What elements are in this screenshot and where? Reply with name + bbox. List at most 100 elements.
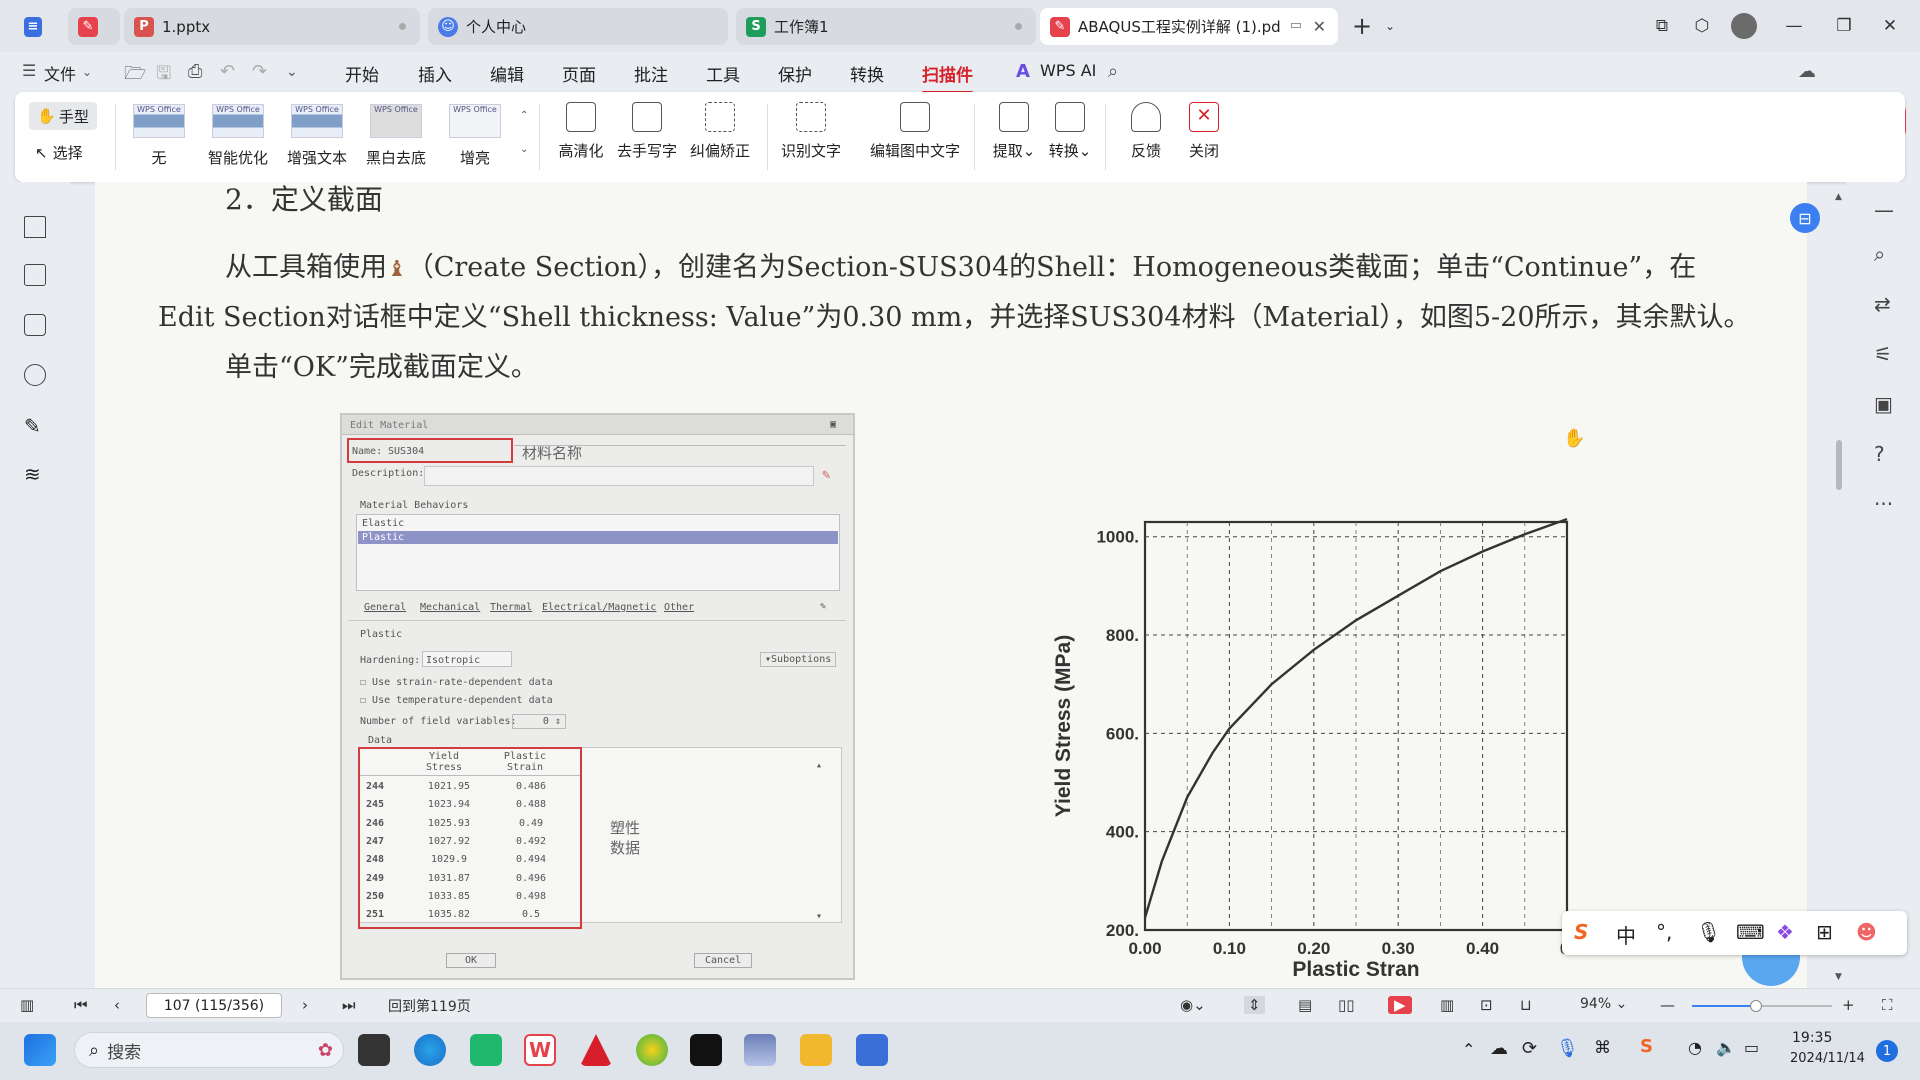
fullscreen-icon[interactable]: ⛶ bbox=[1882, 996, 1893, 1014]
skin-icon[interactable]: ❖ bbox=[1776, 920, 1794, 944]
fit-width-icon[interactable]: ⊔ bbox=[1520, 996, 1532, 1014]
sogou-logo-icon[interactable]: S bbox=[1574, 920, 1588, 944]
app-icon[interactable] bbox=[744, 1034, 776, 1066]
filter-scroll-up-icon[interactable]: ⌃ bbox=[520, 110, 528, 121]
wps-home-tab[interactable]: ≡ bbox=[14, 8, 60, 45]
translate-icon[interactable]: ⇄ bbox=[1874, 292, 1891, 316]
minimize-button[interactable]: — bbox=[1778, 10, 1810, 42]
fit-page-icon[interactable]: ⊡ bbox=[1480, 996, 1493, 1014]
continuous-page-icon[interactable]: ▤ bbox=[1298, 996, 1312, 1014]
more-icon[interactable]: ··· bbox=[1874, 492, 1893, 516]
edit-image-text-button[interactable]: 编辑图中文字 bbox=[867, 102, 963, 161]
filter-expand-icon[interactable]: ⌄ bbox=[520, 144, 528, 155]
ocr-button[interactable]: 识别文字 bbox=[780, 102, 842, 161]
wps-office-icon[interactable]: W bbox=[524, 1034, 556, 1066]
cube-icon[interactable]: ⬡ bbox=[1686, 10, 1718, 42]
remove-handwriting-button[interactable]: 去手写字 bbox=[616, 102, 678, 161]
monitor-icon[interactable]: ▭ bbox=[1290, 18, 1302, 33]
reading-mode-icon[interactable]: ▣ bbox=[1874, 392, 1893, 416]
tray-chevron-icon[interactable]: ⌃ bbox=[1462, 1040, 1475, 1059]
collapse-icon[interactable]: — bbox=[1874, 198, 1894, 222]
menu-insert[interactable]: 插入 bbox=[418, 61, 452, 86]
menu-annotate[interactable]: 批注 bbox=[634, 61, 668, 86]
filter-smart-optimize[interactable]: WPS Office 智能优化 bbox=[208, 104, 268, 168]
menu-edit[interactable]: 编辑 bbox=[490, 61, 524, 86]
filter-enhance-text[interactable]: WPS Office 增强文本 bbox=[287, 104, 347, 168]
tab-abaqus-pdf[interactable]: ✎ ABAQUS工程实例详解 (1).pd ▭ ✕ bbox=[1040, 8, 1338, 45]
play-slideshow-icon[interactable]: ▶ bbox=[1388, 996, 1412, 1014]
mascot-icon[interactable]: ☻ bbox=[1856, 920, 1877, 944]
undo-icon[interactable]: ↶ bbox=[220, 61, 235, 82]
menu-tools[interactable]: 工具 bbox=[706, 61, 740, 86]
redo-icon[interactable]: ↷ bbox=[252, 61, 267, 82]
sidebar-toggle-icon[interactable]: ▥ bbox=[20, 996, 34, 1014]
eye-icon[interactable]: ◉⌄ bbox=[1180, 996, 1206, 1014]
settings-sliders-icon[interactable]: ⚟ bbox=[1874, 342, 1892, 366]
chat-app-icon[interactable] bbox=[470, 1034, 502, 1066]
menu-scan[interactable]: 扫描件 bbox=[922, 61, 973, 94]
microphone-icon[interactable]: 🎙 bbox=[1556, 1038, 1579, 1059]
filter-none[interactable]: WPS Office 无 bbox=[129, 104, 189, 168]
wifi-icon[interactable]: ◔ bbox=[1688, 1038, 1702, 1057]
scrollbar-thumb[interactable] bbox=[1836, 440, 1842, 490]
zoom-in-icon[interactable]: + bbox=[1842, 996, 1855, 1014]
speaker-icon[interactable]: 🔈 bbox=[1716, 1038, 1736, 1057]
help-icon[interactable]: ? bbox=[1874, 442, 1885, 466]
convert-button[interactable]: 转换⌄ bbox=[1039, 102, 1101, 161]
prev-page-icon[interactable]: ‹ bbox=[114, 996, 120, 1014]
taskbar-search[interactable]: ⌕ 搜索 ✿ bbox=[74, 1032, 344, 1068]
last-page-icon[interactable]: ⏭ bbox=[342, 996, 356, 1014]
search-icon[interactable]: ⌕ bbox=[1874, 242, 1885, 266]
restore-button[interactable]: ❐ bbox=[1828, 10, 1860, 42]
close-scan-button[interactable]: ✕ 关闭 bbox=[1173, 102, 1235, 161]
tab-personal-center[interactable]: ☺ 个人中心 bbox=[428, 8, 728, 45]
sync-icon[interactable]: ⟳ bbox=[1522, 1038, 1537, 1059]
two-page-icon[interactable]: ▯▯ bbox=[1338, 996, 1355, 1014]
tab-workbook[interactable]: S 工作簿1 bbox=[736, 8, 1036, 45]
next-page-icon[interactable]: › bbox=[302, 996, 308, 1014]
open-folder-icon[interactable]: 🗁 bbox=[124, 61, 146, 91]
layers-icon[interactable]: ≋ bbox=[24, 462, 46, 486]
back-to-page-link[interactable]: 回到第119页 bbox=[388, 996, 471, 1016]
scroll-up-arrow-icon[interactable]: ▲ bbox=[1835, 192, 1842, 202]
ime-indicator-icon[interactable]: ⌘ bbox=[1594, 1038, 1611, 1058]
tab-list-chevron-icon[interactable]: ⌄ bbox=[1374, 10, 1406, 42]
menu-start[interactable]: 开始 bbox=[345, 61, 379, 86]
toolbox-icon[interactable]: ⊞ bbox=[1816, 920, 1833, 944]
window-layout-icon[interactable]: ⧉ bbox=[1646, 10, 1678, 42]
chevron-down-icon[interactable]: ⌄ bbox=[82, 65, 92, 79]
book-view-icon[interactable]: ▥ bbox=[1440, 996, 1454, 1014]
search-icon[interactable]: ⌕ bbox=[1108, 61, 1118, 82]
menu-protect[interactable]: 保护 bbox=[778, 61, 812, 86]
keyboard-icon[interactable]: ⌨ bbox=[1736, 920, 1765, 944]
cloud-upload-icon[interactable]: ☁ bbox=[1798, 61, 1816, 82]
bookmark-icon[interactable] bbox=[24, 216, 46, 238]
extract-button[interactable]: 提取⌄ bbox=[983, 102, 1045, 161]
select-tool-button[interactable]: ↖ 选择 bbox=[35, 142, 83, 163]
attachment-icon[interactable] bbox=[24, 364, 46, 386]
more-chevron-icon[interactable]: ⌄ bbox=[286, 64, 298, 80]
zoom-slider[interactable] bbox=[1692, 1000, 1832, 1012]
microphone-icon[interactable]: 🎙 bbox=[1696, 920, 1721, 944]
menu-page[interactable]: 页面 bbox=[562, 61, 596, 86]
sogou-tray-icon[interactable]: S bbox=[1640, 1036, 1653, 1057]
close-tab-icon[interactable]: ✕ bbox=[1313, 17, 1326, 36]
windows-start-icon[interactable] bbox=[24, 1034, 56, 1066]
hd-button[interactable]: 高清化 bbox=[550, 102, 612, 161]
translate-float-button[interactable]: ⊟ bbox=[1790, 203, 1820, 233]
tab-pptx[interactable]: P 1.pptx bbox=[124, 8, 420, 45]
single-page-icon[interactable]: ⇕ bbox=[1244, 996, 1265, 1014]
file-explorer-icon[interactable] bbox=[800, 1034, 832, 1066]
filter-brighten[interactable]: WPS Office 增亮 bbox=[445, 104, 505, 168]
signature-icon[interactable]: ✎ bbox=[24, 414, 46, 438]
clock-date[interactable]: 2024/11/14 bbox=[1790, 1051, 1865, 1066]
punctuation-icon[interactable]: °, bbox=[1656, 920, 1672, 944]
comment-icon[interactable] bbox=[24, 314, 46, 336]
hand-tool-button[interactable]: ✋ 手型 bbox=[29, 102, 97, 130]
terminal-icon[interactable] bbox=[690, 1034, 722, 1066]
task-view-icon[interactable] bbox=[358, 1034, 390, 1066]
zoom-out-icon[interactable]: — bbox=[1660, 996, 1675, 1014]
ime-language[interactable]: 中 bbox=[1616, 920, 1636, 949]
pdf-reader-icon[interactable] bbox=[580, 1034, 612, 1066]
save-icon[interactable]: 🖫 bbox=[156, 61, 171, 91]
